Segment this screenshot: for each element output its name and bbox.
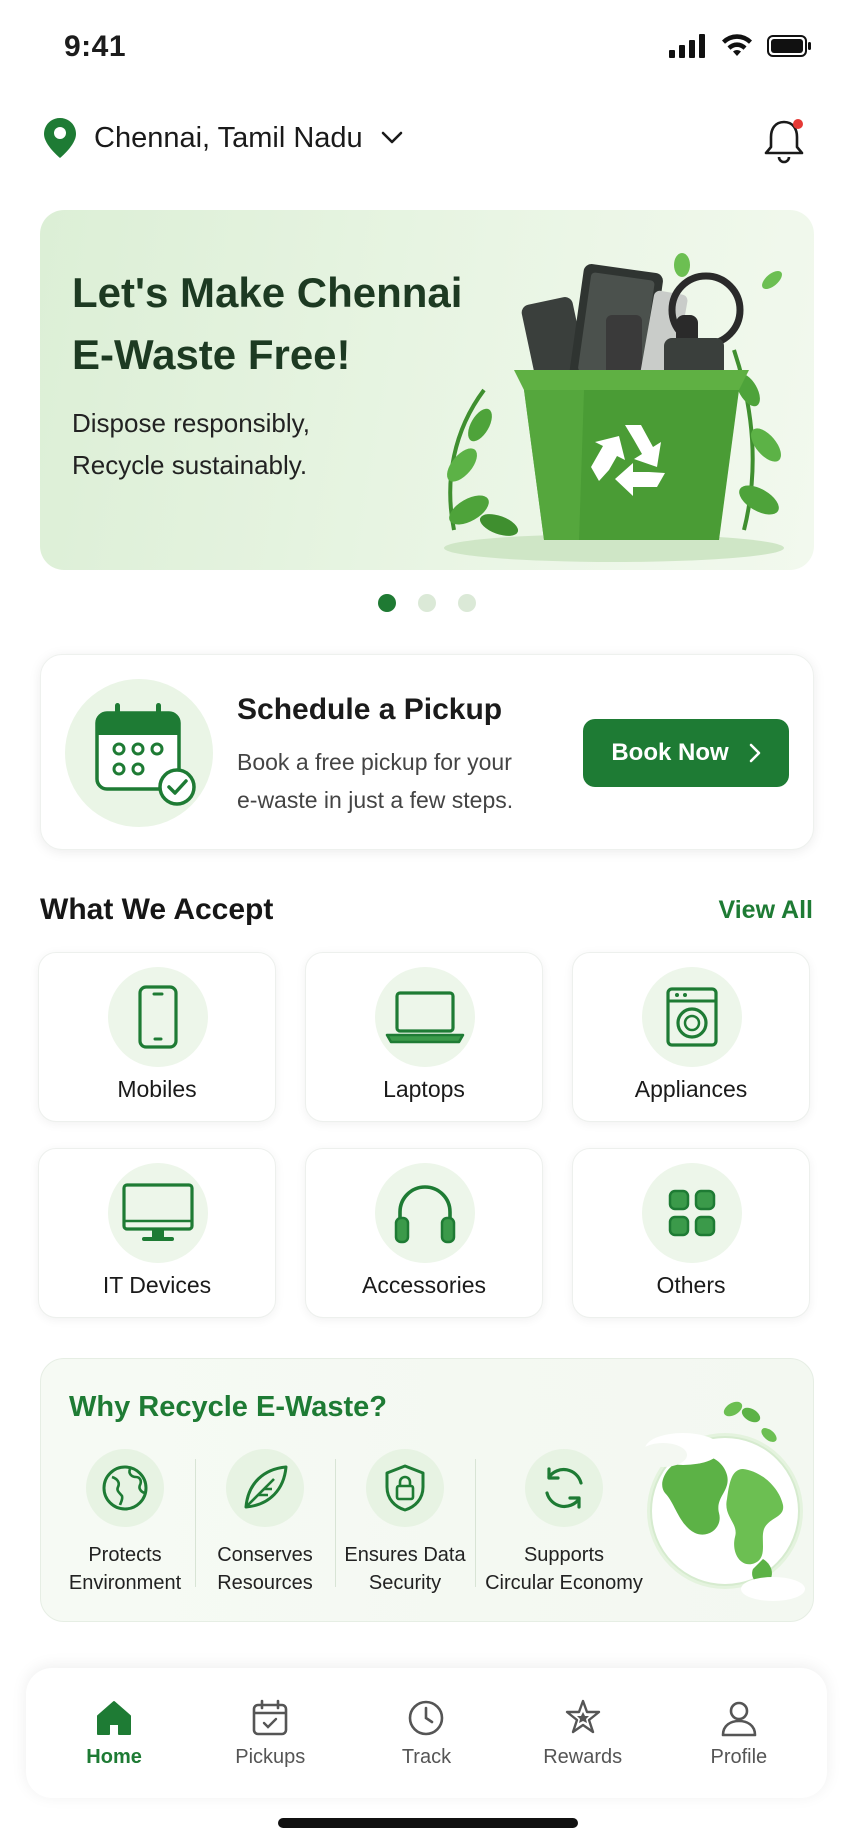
leaf-icon (226, 1449, 304, 1527)
washing-machine-icon (642, 967, 742, 1067)
tab-track[interactable]: Track (356, 1698, 496, 1769)
why-item-line-1: Protects (88, 1544, 162, 1566)
book-now-button[interactable]: Book Now (583, 719, 789, 787)
category-mobiles[interactable]: Mobiles (38, 952, 276, 1122)
location-pin-icon (44, 118, 76, 158)
notification-bell-icon[interactable] (761, 116, 807, 166)
category-grid: Mobiles Laptops Appliances IT Devices Ac… (38, 952, 816, 1318)
hero-subtitle-line-1: Dispose responsibly, (72, 408, 310, 438)
calendar-icon (252, 1699, 288, 1735)
pickup-title: Schedule a Pickup (237, 693, 503, 726)
chevron-down-icon (381, 131, 402, 144)
why-item-line-1: Ensures Data (344, 1544, 466, 1566)
status-bar: 9:41 (0, 0, 853, 100)
why-item-line-2: Security (368, 1572, 442, 1594)
category-label: Others (656, 1272, 726, 1298)
tab-rewards[interactable]: Rewards (513, 1698, 653, 1769)
mobile-icon (108, 967, 208, 1067)
why-item-environment: Protects Environment (55, 1449, 195, 1597)
ewaste-bin-illustration (444, 253, 784, 562)
category-it-devices[interactable]: IT Devices (38, 1148, 276, 1318)
category-label: Mobiles (117, 1076, 197, 1102)
tab-home[interactable]: Home (44, 1698, 184, 1769)
category-label: Appliances (634, 1076, 748, 1102)
accept-section-title: What We Accept (40, 893, 274, 926)
hero-subtitle: Dispose responsibly, Recycle sustainably… (72, 402, 432, 486)
tab-profile[interactable]: Profile (669, 1698, 809, 1769)
carousel-dots[interactable] (0, 594, 853, 612)
tab-label: Pickups (235, 1745, 306, 1768)
home-indicator[interactable] (278, 1818, 578, 1828)
earth-globe-illustration (639, 1401, 805, 1601)
home-icon (97, 1700, 132, 1735)
why-item-data-security: Ensures Data Security (335, 1449, 475, 1597)
category-label: IT Devices (102, 1272, 212, 1298)
why-item-resources: Conserves Resources (195, 1449, 335, 1597)
wifi-icon (722, 34, 752, 56)
recycle-arrows-icon (525, 1449, 603, 1527)
grid-icon (642, 1163, 742, 1263)
chevron-right-icon (749, 743, 760, 763)
book-now-label: Book Now (611, 739, 729, 766)
tab-label: Home (86, 1745, 142, 1768)
location-selector[interactable]: Chennai, Tamil Nadu (44, 118, 403, 158)
user-icon (721, 1701, 757, 1736)
schedule-pickup-card[interactable]: Schedule a Pickup Book a free pickup for… (40, 654, 814, 850)
battery-icon (767, 35, 811, 57)
carousel-dot-3[interactable] (457, 594, 476, 612)
why-item-line-2: Resources (217, 1572, 313, 1594)
why-recycle-card: Why Recycle E-Waste? Protects Environmen… (40, 1358, 814, 1622)
tab-pickups[interactable]: Pickups (200, 1698, 340, 1769)
category-label: Laptops (383, 1076, 465, 1102)
tab-label: Profile (710, 1745, 768, 1768)
carousel-dot-2[interactable] (417, 594, 436, 612)
hero-subtitle-line-2: Recycle sustainably. (72, 450, 308, 480)
clock-icon (409, 1700, 444, 1735)
category-others[interactable]: Others (572, 1148, 810, 1318)
why-recycle-title: Why Recycle E-Waste? (69, 1391, 388, 1423)
headphones-icon (375, 1163, 475, 1263)
pickup-description-line-1: Book a free pickup for your (237, 749, 512, 775)
category-appliances[interactable]: Appliances (572, 952, 810, 1122)
shield-lock-icon (366, 1449, 444, 1527)
tab-label: Track (401, 1745, 452, 1768)
signal-icon (669, 34, 705, 58)
star-badge-icon (565, 1699, 600, 1733)
why-item-line-2: Environment (68, 1572, 182, 1594)
why-recycle-items: Protects Environment Conserves Resources… (55, 1449, 653, 1597)
location-label: Chennai, Tamil Nadu (94, 121, 363, 154)
monitor-icon (108, 1163, 208, 1263)
hero-banner[interactable]: Let's Make Chennai E-Waste Free! Dispose… (40, 210, 814, 570)
bottom-tab-bar: Home Pickups Track Rewards Profile (26, 1668, 827, 1798)
status-time: 9:41 (64, 30, 127, 63)
why-item-line-1: Conserves (217, 1544, 313, 1566)
category-accessories[interactable]: Accessories (305, 1148, 543, 1318)
globe-icon (86, 1449, 164, 1527)
view-all-link[interactable]: View All (719, 896, 813, 925)
category-label: Accessories (362, 1272, 486, 1298)
pickup-description-line-2: e-waste in just a few steps. (237, 787, 514, 813)
tab-label: Rewards (543, 1745, 623, 1768)
pickup-description: Book a free pickup for your e-waste in j… (237, 743, 557, 819)
status-icons (669, 34, 813, 58)
carousel-dot-1[interactable] (377, 594, 396, 612)
category-laptops[interactable]: Laptops (305, 952, 543, 1122)
laptop-icon (375, 967, 475, 1067)
calendar-check-icon (65, 679, 213, 827)
